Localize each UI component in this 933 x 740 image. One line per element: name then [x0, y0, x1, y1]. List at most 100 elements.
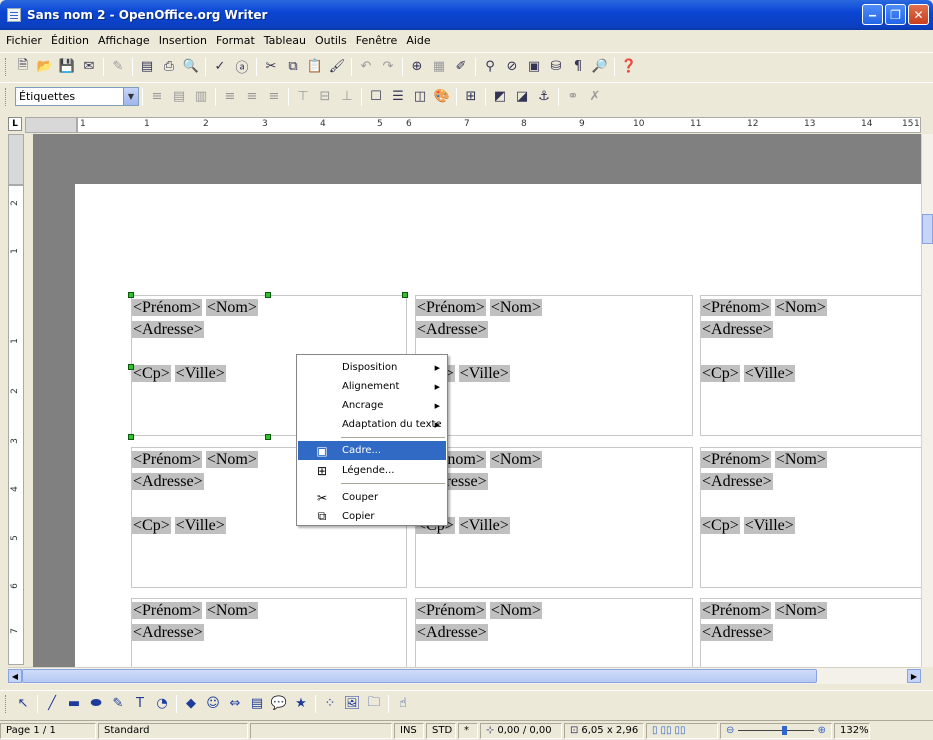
navigator-icon[interactable]: ⊘ — [503, 58, 521, 76]
copy-icon[interactable]: ⧉ — [284, 58, 302, 76]
address-label[interactable]: <Prénom> <Nom> <Adresse> <Cp> <Ville> — [415, 447, 693, 588]
minimize-button[interactable]: ‒ — [862, 4, 883, 25]
freeform-icon[interactable]: ✎ — [109, 695, 127, 713]
field-prenom[interactable]: <Prénom> — [132, 299, 202, 316]
toolbar-grip[interactable] — [5, 87, 8, 106]
spellcheck-icon[interactable]: ✓ — [211, 58, 229, 76]
address-label[interactable]: <Prénom> <Nom> <Adresse> <Cp> <Ville> — [415, 598, 693, 667]
address-label[interactable]: <Prénom> <Nom> <Adresse> <Cp> <Ville> — [700, 447, 921, 588]
field-prenom[interactable]: <Prénom> — [416, 602, 486, 619]
field-prenom[interactable]: <Prénom> — [416, 299, 486, 316]
frame-selection-handle[interactable] — [128, 434, 134, 440]
line-icon[interactable]: ╱ — [43, 695, 61, 713]
block-arrows-icon[interactable]: ⇔ — [226, 695, 244, 713]
field-ville[interactable]: <Ville> — [174, 365, 226, 382]
address-label[interactable]: <Prénom> <Nom> <Adresse> <Cp> <Ville> — [700, 295, 921, 436]
field-prenom[interactable]: <Prénom> — [132, 602, 202, 619]
menu-fichier[interactable]: Fichier — [6, 34, 42, 47]
toolbar-grip[interactable] — [5, 57, 8, 76]
anchor-icon[interactable]: ⚓ — [535, 88, 553, 106]
maximize-button[interactable]: ❐ — [885, 4, 906, 25]
callouts-icon[interactable]: 💬 — [270, 695, 288, 713]
frame-selection-handle[interactable] — [402, 292, 408, 298]
new-document-icon[interactable]: 🗎 — [14, 58, 32, 76]
table-icon[interactable]: ▦ — [430, 58, 448, 76]
field-adresse[interactable]: <Adresse> — [132, 473, 204, 490]
ctx-disposition[interactable]: Disposition ▶ — [298, 358, 446, 377]
field-cp[interactable]: <Cp> — [701, 365, 740, 382]
align-bottom-icon[interactable]: ⊥ — [338, 88, 356, 106]
data-sources-icon[interactable]: ⛁ — [547, 58, 565, 76]
line-style-icon[interactable]: ☰ — [389, 88, 407, 106]
wrap-through-icon[interactable]: ▥ — [192, 88, 210, 106]
field-adresse[interactable]: <Adresse> — [701, 473, 773, 490]
background-color-icon[interactable]: 🎨 — [433, 88, 451, 106]
field-ville[interactable]: <Ville> — [174, 517, 226, 534]
horizontal-ruler[interactable]: 1 1 2 3 4 5 6 7 8 9 10 11 12 13 14 15 16 — [77, 117, 921, 133]
wrap-page-icon[interactable]: ▤ — [170, 88, 188, 106]
scrollbar-thumb[interactable] — [922, 214, 933, 244]
field-ville[interactable]: <Ville> — [743, 365, 795, 382]
frame-properties-icon[interactable]: ⊞ — [462, 88, 480, 106]
frame-selection-handle[interactable] — [265, 434, 271, 440]
frame-selection-handle[interactable] — [265, 292, 271, 298]
toolbar-grip[interactable] — [5, 694, 8, 713]
flowchart-icon[interactable]: ▤ — [248, 695, 266, 713]
scroll-right-icon[interactable]: ▶ — [907, 669, 921, 683]
border-color-icon[interactable]: ◫ — [411, 88, 429, 106]
edit-file-icon[interactable]: ✎ — [109, 58, 127, 76]
address-label[interactable]: <Prénom> <Nom> <Adresse> <Cp> <Ville> — [700, 598, 921, 667]
field-nom[interactable]: <Nom> — [205, 602, 258, 619]
redo-icon[interactable]: ↷ — [379, 58, 397, 76]
field-prenom[interactable]: <Prénom> — [701, 602, 771, 619]
open-icon[interactable]: 📂 — [36, 58, 54, 76]
cut-icon[interactable]: ✂ — [262, 58, 280, 76]
align-middle-icon[interactable]: ⊟ — [316, 88, 334, 106]
show-draw-functions-icon[interactable]: ✐ — [452, 58, 470, 76]
format-paintbrush-icon[interactable]: 🖌 — [328, 58, 346, 76]
field-cp[interactable]: <Cp> — [132, 517, 171, 534]
symbol-shapes-icon[interactable]: ☺ — [204, 695, 222, 713]
ctx-adaptation-texte[interactable]: Adaptation du texte ▶ — [298, 415, 446, 434]
field-nom[interactable]: <Nom> — [205, 451, 258, 468]
status-insert-mode[interactable]: INS — [394, 722, 424, 739]
formatting-marks-icon[interactable]: ¶ — [569, 58, 587, 76]
address-label[interactable]: <Prénom> <Nom> <Adresse> <Cp> <Ville> — [131, 598, 407, 667]
fontwork-icon[interactable]: 🖼 — [343, 695, 361, 713]
zoom-slider-thumb[interactable] — [782, 726, 788, 735]
ellipse-icon[interactable]: ⬬ — [87, 695, 105, 713]
export-pdf-icon[interactable]: ▤ — [138, 58, 156, 76]
two-page-view-icon[interactable]: ▯▯ — [661, 725, 672, 736]
field-adresse[interactable]: <Adresse> — [132, 321, 204, 338]
field-adresse[interactable]: <Adresse> — [416, 321, 488, 338]
ctx-legende[interactable]: ⊞ Légende... — [298, 461, 446, 480]
save-icon[interactable]: 💾 — [58, 58, 76, 76]
bring-to-front-icon[interactable]: ◩ — [491, 88, 509, 106]
wrap-off-icon[interactable]: ≡ — [148, 88, 166, 106]
paragraph-style-select[interactable]: Étiquettes ▼ — [15, 87, 139, 106]
extrusion-icon[interactable]: ☝ — [394, 695, 412, 713]
field-nom[interactable]: <Nom> — [489, 602, 542, 619]
ctx-copier[interactable]: ⧉ Copier — [298, 507, 446, 526]
text-icon[interactable]: T — [131, 695, 149, 713]
scroll-left-icon[interactable]: ◀ — [8, 669, 22, 683]
field-ville[interactable]: <Ville> — [458, 365, 510, 382]
field-ville[interactable]: <Ville> — [743, 517, 795, 534]
menu-insertion[interactable]: Insertion — [159, 34, 207, 47]
field-nom[interactable]: <Nom> — [774, 602, 827, 619]
menu-fenetre[interactable]: Fenêtre — [356, 34, 398, 47]
field-ville[interactable]: <Ville> — [458, 517, 510, 534]
menu-outils[interactable]: Outils — [315, 34, 347, 47]
menu-format[interactable]: Format — [216, 34, 255, 47]
align-right-icon[interactable]: ≡ — [265, 88, 283, 106]
menu-aide[interactable]: Aide — [406, 34, 430, 47]
document-page[interactable]: <Prénom> <Nom> <Adresse> <Cp> <Ville> <P… — [75, 184, 921, 667]
status-page-style[interactable]: Standard — [98, 722, 248, 739]
scrollbar-thumb[interactable] — [22, 669, 817, 683]
ctx-couper[interactable]: ✂ Couper — [298, 488, 446, 507]
email-icon[interactable]: ✉ — [80, 58, 98, 76]
undo-icon[interactable]: ↶ — [357, 58, 375, 76]
field-cp[interactable]: <Cp> — [132, 365, 171, 382]
document-area[interactable]: <Prénom> <Nom> <Adresse> <Cp> <Ville> <P… — [33, 134, 921, 667]
status-modified[interactable]: * — [458, 722, 478, 739]
